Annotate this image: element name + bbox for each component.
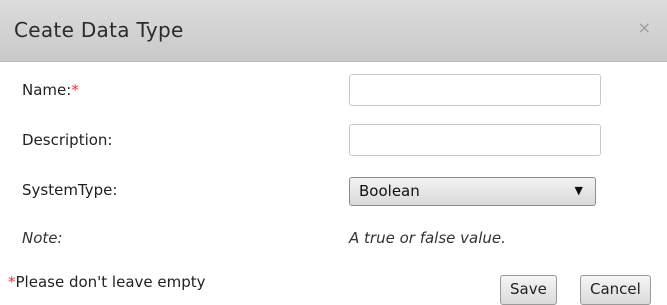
system-type-label: SystemType: [22, 181, 118, 199]
name-input[interactable] [349, 74, 601, 106]
system-type-selected-value: Boolean [359, 182, 420, 200]
dialog-title: Ceate Data Type [14, 18, 184, 42]
chevron-down-icon: ▼ [574, 184, 583, 197]
save-button[interactable]: Save [500, 275, 557, 305]
note-value: A true or false value. [349, 229, 506, 247]
description-label: Description: [22, 131, 113, 149]
close-icon[interactable]: × [638, 20, 651, 36]
required-asterisk: * [71, 81, 79, 99]
required-hint: *Please don't leave empty [8, 273, 206, 291]
description-input[interactable] [349, 124, 601, 156]
system-type-select[interactable]: Boolean ▼ [349, 177, 596, 206]
required-hint-asterisk: * [8, 273, 16, 291]
dialog-titlebar: Ceate Data Type × [0, 0, 667, 62]
name-label: Name:* [22, 81, 79, 99]
cancel-button[interactable]: Cancel [580, 275, 651, 305]
name-label-text: Name: [22, 81, 72, 99]
required-hint-text: Please don't leave empty [15, 273, 206, 291]
note-label: Note: [22, 229, 63, 247]
